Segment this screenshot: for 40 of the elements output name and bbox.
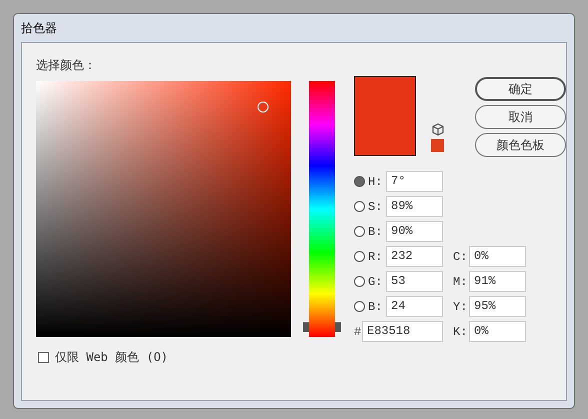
field-label: M:: [452, 274, 468, 288]
value-field[interactable]: 91%: [469, 271, 526, 292]
value-field[interactable]: 53: [386, 271, 443, 292]
value-field[interactable]: 95%: [469, 296, 526, 317]
field-label: B:: [368, 300, 384, 314]
window-title: 拾色器: [21, 20, 57, 36]
value-field[interactable]: 0%: [469, 321, 526, 342]
prompt-label: 选择颜色：: [36, 57, 97, 74]
field-label: Y:: [452, 300, 468, 314]
radio-button[interactable]: [354, 226, 365, 237]
gamut-swatch[interactable]: [431, 139, 444, 152]
dialog-button[interactable]: 确定: [475, 77, 566, 101]
hue-slider-thumb[interactable]: [303, 322, 341, 332]
color-field[interactable]: [36, 81, 291, 337]
field-label: R:: [368, 250, 384, 264]
web-colors-label: 仅限 Web 颜色 (O): [55, 349, 168, 366]
hex-field[interactable]: E83518: [362, 321, 443, 342]
cube-icon[interactable]: [432, 123, 444, 136]
value-field[interactable]: 0%: [469, 246, 526, 267]
value-field[interactable]: 89%: [386, 196, 443, 217]
radio-button[interactable]: [354, 176, 365, 187]
value-field[interactable]: 90%: [386, 221, 443, 242]
field-label: S:: [368, 200, 384, 214]
field-label: G:: [368, 274, 384, 288]
field-label: B:: [368, 224, 384, 238]
field-label: #: [354, 324, 362, 338]
radio-button[interactable]: [354, 301, 365, 312]
dialog-button[interactable]: 颜色色板: [475, 133, 566, 157]
field-label: C:: [452, 250, 468, 264]
field-label: K:: [452, 324, 468, 338]
color-marker[interactable]: [257, 101, 268, 112]
web-colors-checkbox[interactable]: [38, 352, 49, 363]
radio-button[interactable]: [354, 276, 365, 287]
radio-button[interactable]: [354, 201, 365, 212]
field-label: H:: [368, 174, 384, 188]
value-field[interactable]: 7°: [386, 171, 443, 192]
radio-button[interactable]: [354, 251, 365, 262]
value-field[interactable]: 24: [386, 296, 443, 317]
value-field[interactable]: 232: [386, 246, 443, 267]
dialog-button[interactable]: 取消: [475, 105, 566, 129]
